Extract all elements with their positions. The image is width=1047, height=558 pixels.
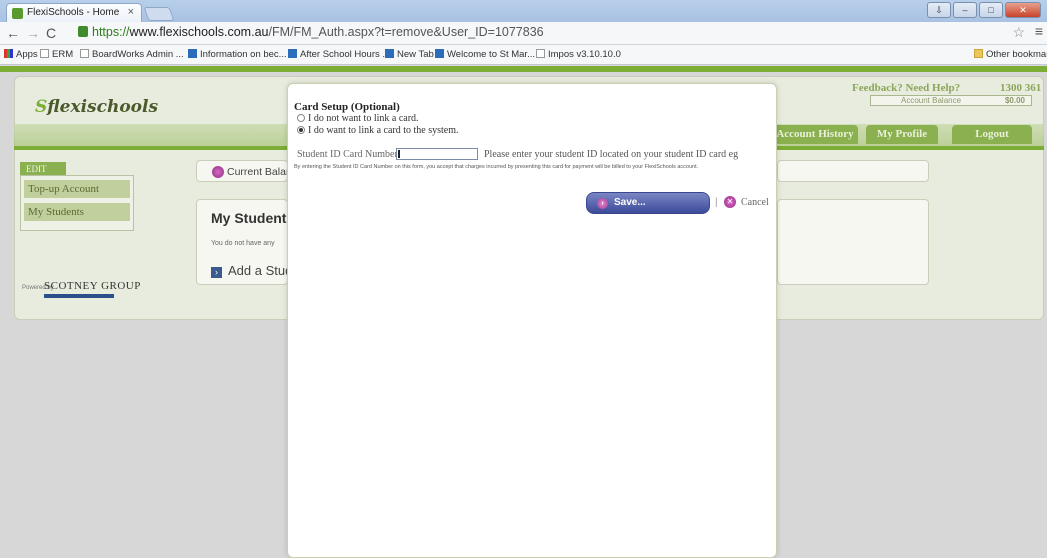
option-no-card[interactable]: I do not want to link a card.: [297, 113, 419, 124]
logo-text: flexischools: [47, 97, 159, 117]
close-window-button[interactable]: ✕: [1005, 2, 1041, 18]
tab-close-icon[interactable]: ×: [128, 6, 134, 18]
apps-icon: [4, 49, 13, 58]
tab-title: FlexiSchools - Home: [27, 7, 120, 18]
forward-arrow-icon[interactable]: →: [26, 25, 40, 41]
reload-icon[interactable]: C: [46, 25, 56, 41]
account-balance-box: Account Balance $0.00: [870, 95, 1032, 106]
arrow-right-icon: ›: [597, 198, 608, 209]
browser-tab[interactable]: FlexiSchools - Home ×: [6, 3, 142, 22]
save-button[interactable]: › Save...: [586, 192, 710, 214]
minimize-button[interactable]: –: [953, 2, 977, 18]
save-label: Save...: [614, 197, 646, 208]
feedback-link[interactable]: Feedback? Need Help?: [852, 82, 960, 94]
new-tab-button[interactable]: [143, 7, 175, 21]
bookmark-label: Information on bec...: [200, 49, 287, 60]
url-scheme: https://: [92, 25, 130, 39]
account-balance-label: Account Balance: [901, 96, 962, 105]
card-number-input[interactable]: [396, 148, 478, 160]
tab-my-profile[interactable]: My Profile: [866, 125, 938, 144]
address-bar-row: ← → C https://www.flexischools.com.au/FM…: [0, 22, 1047, 45]
bookmark-new-tab[interactable]: New Tab: [385, 49, 434, 60]
bookmark-boardworks[interactable]: BoardWorks Admin ...: [80, 49, 184, 60]
browser-title-bar: FlexiSchools - Home × ⇩ – □ ✕: [0, 0, 1047, 22]
url-path: /FM/FM_Auth.aspx?t=remove&User_ID=107783…: [268, 25, 544, 39]
sidebar-item-top-up[interactable]: Top-up Account: [24, 180, 130, 198]
no-students-text: You do not have any: [211, 240, 275, 247]
lock-icon: [78, 26, 88, 37]
cancel-x-icon[interactable]: ✕: [724, 196, 736, 208]
bookmark-label: Apps: [16, 49, 38, 60]
bookmark-after-school[interactable]: After School Hours ...: [288, 49, 390, 60]
add-icon: ›: [211, 267, 222, 278]
card-number-hint: Please enter your student ID located on …: [484, 149, 739, 160]
bookmark-star-icon[interactable]: ☆: [1012, 24, 1025, 41]
balance-info-icon: [212, 166, 224, 178]
bookmark-label: New Tab: [397, 49, 434, 60]
bookmark-label: Other bookmark: [986, 49, 1047, 60]
bookmark-information[interactable]: Information on bec...: [188, 49, 287, 60]
radio-no-card[interactable]: [297, 114, 305, 122]
maximize-button[interactable]: □: [979, 2, 1003, 18]
bookmark-impos[interactable]: Impos v3.10.10.0: [536, 49, 621, 60]
radio-link-card[interactable]: [297, 126, 305, 134]
top-accent-line: [0, 66, 1047, 72]
sidebar-edit-label: EDIT: [20, 162, 66, 176]
add-student-label: Add a Stud: [228, 263, 293, 278]
bookmark-label: After School Hours ...: [300, 49, 391, 60]
right-balance-box: [777, 160, 929, 182]
profile-button[interactable]: ⇩: [927, 2, 951, 18]
menu-icon[interactable]: ≡: [1035, 23, 1043, 39]
option-no-label: I do not want to link a card.: [308, 113, 419, 124]
page-icon: [80, 49, 89, 58]
sharepoint-icon: [385, 49, 394, 58]
my-students-heading: My Student: [211, 210, 287, 226]
button-separator: |: [715, 197, 718, 208]
page-icon: [40, 49, 49, 58]
account-balance-value: $0.00: [1004, 96, 1025, 105]
scotney-underline: [44, 294, 114, 298]
card-disclaimer: By entering the Student ID Card Number o…: [294, 164, 699, 170]
right-students-box: [777, 199, 929, 285]
tab-logout[interactable]: Logout: [952, 125, 1032, 144]
back-arrow-icon[interactable]: ←: [6, 25, 20, 41]
bookmark-welcome[interactable]: Welcome to St Mar...: [435, 49, 535, 60]
add-student-link[interactable]: › Add a Stud: [211, 263, 292, 278]
bookmark-label: BoardWorks Admin ...: [92, 49, 184, 60]
site-icon: [188, 49, 197, 58]
url-field[interactable]: https://www.flexischools.com.au/FM/FM_Au…: [78, 24, 1028, 42]
cancel-link[interactable]: Cancel: [741, 197, 769, 208]
modal-title: Card Setup (Optional): [294, 101, 400, 113]
bookmark-label: Welcome to St Mar...: [447, 49, 535, 60]
flexischools-logo[interactable]: Sflexischools: [35, 97, 158, 117]
url-host: www.flexischools.com.au: [129, 25, 269, 39]
window-controls: ⇩ – □ ✕: [927, 2, 1041, 18]
scotney-group-logo: SCOTNEY GROUP: [44, 280, 141, 292]
tab-account-history[interactable]: Account History: [772, 125, 858, 144]
sharepoint-icon: [435, 49, 444, 58]
option-link-card[interactable]: I do want to link a card to the system.: [297, 125, 459, 136]
bookmark-label: ERM: [52, 49, 74, 60]
card-number-label: Student ID Card Number:: [297, 149, 401, 160]
bookmark-other[interactable]: Other bookmark: [974, 49, 1047, 60]
site-icon: [288, 49, 297, 58]
flexischools-favicon-icon: [12, 8, 23, 19]
bookmark-erm[interactable]: ERM: [40, 49, 73, 60]
bookmark-apps[interactable]: Apps: [4, 49, 38, 60]
page-icon: [536, 49, 545, 58]
option-yes-label: I do want to link a card to the system.: [308, 125, 459, 136]
folder-icon: [974, 49, 983, 58]
bookmark-label: Impos v3.10.10.0: [548, 49, 621, 60]
bookmarks-bar: Apps ERM BoardWorks Admin ... Informatio…: [0, 45, 1047, 65]
sidebar-item-my-students[interactable]: My Students: [24, 203, 130, 221]
